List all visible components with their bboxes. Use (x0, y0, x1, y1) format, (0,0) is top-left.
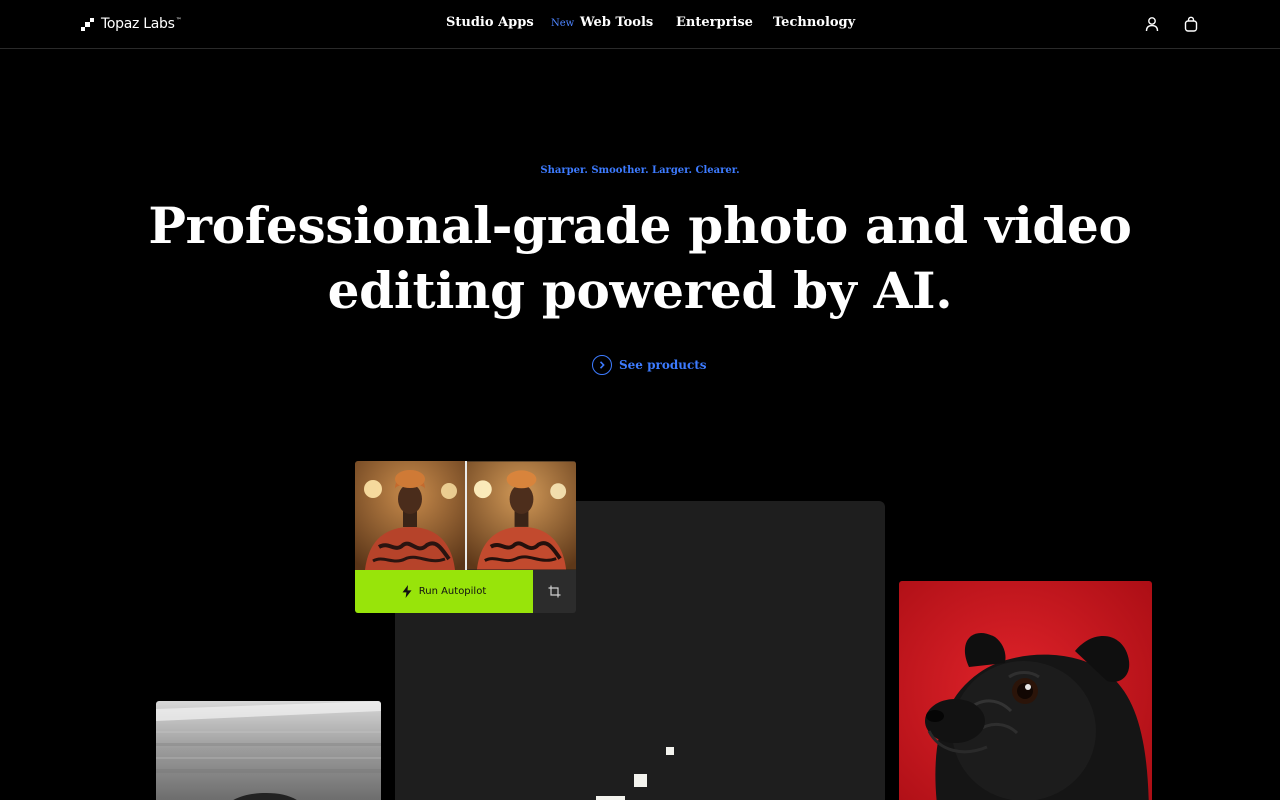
run-autopilot-button[interactable]: Run Autopilot (355, 570, 533, 613)
hero-tagline: Sharper. Smoother. Larger. Clearer. (540, 165, 740, 176)
see-products-label: See products (619, 358, 707, 372)
new-badge: New (551, 18, 575, 29)
crop-button[interactable] (533, 570, 576, 613)
see-products-link[interactable]: See products (592, 354, 707, 376)
hero-headline: Professional-grade photo and video editi… (148, 196, 1132, 320)
crop-icon (548, 585, 561, 598)
comparison-divider[interactable] (465, 461, 467, 570)
lightning-icon (402, 585, 412, 598)
nav-technology[interactable]: Technology (773, 15, 855, 30)
pixel-square (666, 747, 674, 755)
portrait-before-image (355, 461, 465, 570)
car-image (156, 701, 381, 800)
run-autopilot-label: Run Autopilot (418, 586, 487, 597)
cart-button[interactable] (1181, 14, 1201, 34)
pixel-square (596, 796, 625, 800)
nav-web-tools[interactable]: Web Tools (580, 15, 653, 30)
autopilot-card: Run Autopilot (355, 461, 576, 613)
top-nav-bar: Topaz Labs™ Studio Apps New Web Tools En… (0, 0, 1280, 49)
bag-icon (1184, 16, 1198, 32)
nav-enterprise[interactable]: Enterprise (676, 15, 753, 30)
portrait-after-image (467, 461, 576, 570)
user-icon (1145, 17, 1159, 32)
chevron-right-circle-icon (592, 355, 612, 375)
page: Topaz Labs™ Studio Apps New Web Tools En… (0, 0, 1280, 800)
pug-image (899, 581, 1152, 800)
pixel-square (634, 774, 647, 787)
nav-studio-apps[interactable]: Studio Apps (446, 15, 534, 30)
account-button[interactable] (1142, 14, 1162, 34)
main-nav: Studio Apps New Web Tools Enterprise Tec… (0, 15, 1280, 33)
